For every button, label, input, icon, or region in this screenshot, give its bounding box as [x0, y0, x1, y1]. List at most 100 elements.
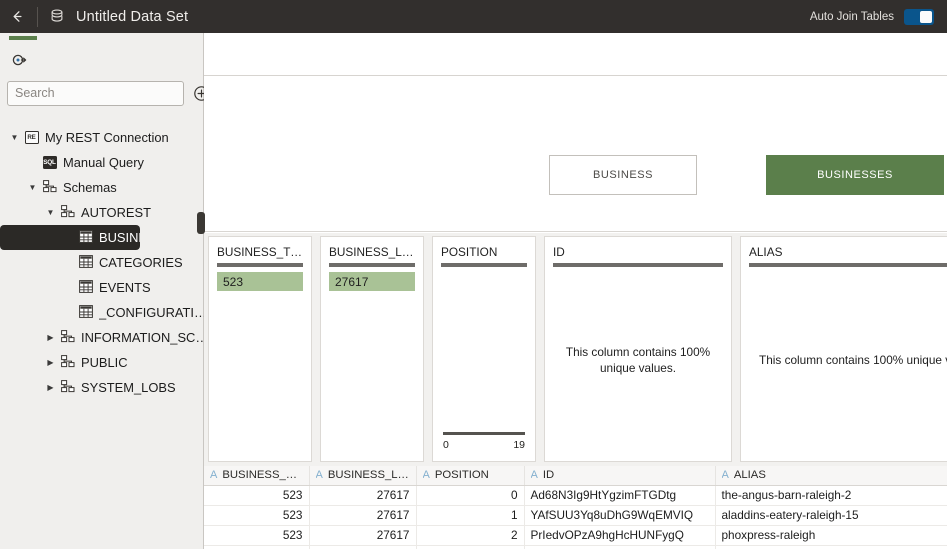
- grid-cell[interactable]: the-angus-barn-raleigh-2: [715, 485, 947, 506]
- tree-item-configurati[interactable]: _CONFIGURATI…: [0, 300, 204, 325]
- profile-card-business-total[interactable]: BUSINESS_TOTAL 523: [208, 236, 312, 462]
- grid-cell[interactable]: william-b-umstead-state-park-raleigh: [715, 545, 947, 549]
- column-type-icon: A: [530, 469, 538, 482]
- column-type-icon: A: [721, 469, 729, 482]
- grid-cell[interactable]: aladdins-eatery-raleigh-15: [715, 505, 947, 526]
- grid-header-alias[interactable]: A ALIAS: [715, 466, 947, 486]
- grid-cell[interactable]: 523: [204, 505, 310, 526]
- profile-value: 27617: [335, 274, 369, 289]
- twisty-expanded-icon[interactable]: ▼: [11, 133, 19, 142]
- grid-cell[interactable]: 523: [204, 525, 310, 546]
- tree-twisty[interactable]: ▼: [7, 133, 22, 142]
- twisty-expanded-icon[interactable]: ▼: [29, 183, 37, 192]
- histogram-bars: [443, 339, 525, 432]
- profile-card-id[interactable]: ID This column contains 100% unique value…: [544, 236, 732, 462]
- tree-twisty[interactable]: ▶: [43, 383, 58, 392]
- tree-item-information-sc[interactable]: ▶ INFORMATION_SC…: [0, 325, 204, 350]
- grid-header-label: ID: [542, 469, 555, 482]
- grid-cell[interactable]: YAfSUU3Yq8uDhG9WqEMVIQ: [524, 505, 716, 526]
- grid-cell[interactable]: 27617: [309, 505, 417, 526]
- data-grid[interactable]: A BUSINESS_T… A BUSINESS_L… A POSITION A ID A ALI…: [204, 466, 947, 549]
- panel-splitter-handle[interactable]: [197, 212, 205, 234]
- join-diagram-canvas[interactable]: BUSINESS BUSINESSES: [204, 77, 947, 232]
- tree-item-label: Schemas: [63, 180, 117, 195]
- histogram-x-min: 0: [443, 439, 449, 451]
- profile-value-bar: 27617: [329, 272, 415, 291]
- table-row[interactable]: 523 27617 1 YAfSUU3Yq8uDhG9WqEMVIQ aladdins-…: [204, 505, 947, 526]
- diagram-node-label: BUSINESSES: [817, 169, 893, 181]
- histogram-chart: [443, 339, 525, 435]
- search-input[interactable]: [7, 80, 184, 106]
- tree-item-system-lobs[interactable]: ▶ SYSTEM_LOBS: [0, 375, 204, 400]
- table-row[interactable]: 523276173h6cJLyX4YEEzwUfN-ZK8Fgwilliam-b…: [204, 545, 947, 549]
- grid-cell[interactable]: 3: [416, 545, 525, 549]
- back-arrow-icon[interactable]: [0, 0, 34, 33]
- tree-item-label: BUSINESS: [99, 230, 140, 245]
- tree-item-manual-query[interactable]: SQL Manual Query: [0, 150, 204, 175]
- connection-tree: ▼ RE My REST Connection SQL Manual Query ▼ Sch…: [0, 121, 204, 549]
- data-grid-header-row: A BUSINESS_T… A BUSINESS_L… A POSITION A ID A ALI…: [204, 466, 947, 486]
- twisty-collapsed-icon[interactable]: ▶: [47, 383, 53, 392]
- tree-item-public[interactable]: ▶ PUBLIC: [0, 350, 204, 375]
- grid-header-position[interactable]: A POSITION: [416, 466, 525, 486]
- grid-cell[interactable]: h6cJLyX4YEEzwUfN-ZK8Fg: [524, 545, 716, 549]
- grid-cell[interactable]: phoxpress-raleigh: [715, 525, 947, 546]
- tree-item-my-rest-connection[interactable]: ▼ RE My REST Connection: [0, 125, 204, 150]
- twisty-expanded-icon[interactable]: ▼: [47, 208, 55, 217]
- grid-cell[interactable]: 27617: [309, 485, 417, 506]
- application-window: Untitled Data Set Auto Join Tables Searc…: [0, 0, 947, 549]
- tree-item-events[interactable]: EVENTS: [0, 275, 204, 300]
- twisty-collapsed-icon[interactable]: ▶: [47, 358, 53, 367]
- tree-twisty[interactable]: ▼: [25, 183, 40, 192]
- grid-cell[interactable]: 0: [416, 485, 525, 506]
- active-tab-accent: [9, 36, 37, 40]
- tree-twisty[interactable]: ▶: [43, 333, 58, 342]
- diagram-node-businesses[interactable]: BUSINESSES: [766, 155, 944, 195]
- profile-card-rule: [329, 263, 415, 267]
- table-row[interactable]: 523 27617 0 Ad68N3Ig9HtYgzimFTGDtg the-angus…: [204, 485, 947, 506]
- twisty-collapsed-icon[interactable]: ▶: [47, 333, 53, 342]
- table-icon: [78, 279, 93, 296]
- database-icon: [47, 9, 67, 24]
- diagram-node-business[interactable]: BUSINESS: [549, 155, 697, 195]
- tree-item-label: CATEGORIES: [99, 255, 183, 270]
- grid-header-business-l[interactable]: A BUSINESS_L…: [309, 466, 417, 486]
- schema-icon: [60, 379, 75, 396]
- grid-cell[interactable]: 523: [204, 545, 310, 549]
- grid-cell[interactable]: Ad68N3Ig9HtYgzimFTGDtg: [524, 485, 716, 506]
- grid-header-id[interactable]: A ID: [524, 466, 716, 486]
- tree-item-label: _CONFIGURATI…: [99, 305, 204, 320]
- profile-card-title: BUSINESS_LOC…: [329, 245, 415, 259]
- grid-cell[interactable]: 27617: [309, 525, 417, 546]
- auto-join-tables-toggle[interactable]: [904, 8, 934, 25]
- profile-card-position[interactable]: POSITION 0 19: [432, 236, 536, 462]
- profile-card-message: This column contains 100% unique values.: [565, 345, 711, 375]
- histogram-x-max: 19: [513, 439, 525, 451]
- grid-header-business-t[interactable]: A BUSINESS_T…: [204, 466, 310, 486]
- grid-cell[interactable]: 1: [416, 505, 525, 526]
- profile-card-alias[interactable]: ALIAS This column contains 100% unique va…: [740, 236, 947, 462]
- grid-cell[interactable]: 2: [416, 525, 525, 546]
- grid-header-label: POSITION: [434, 469, 489, 482]
- tree-twisty[interactable]: ▼: [43, 208, 58, 217]
- schemas-icon: [42, 179, 57, 196]
- refresh-icon[interactable]: [8, 49, 30, 71]
- tree-item-label: Manual Query: [63, 155, 144, 170]
- tree-item-schemas[interactable]: ▼ Schemas: [0, 175, 204, 200]
- schema-icon: [60, 354, 75, 371]
- tree-item-categories[interactable]: CATEGORIES: [0, 250, 204, 275]
- profile-card-rule: [217, 263, 303, 267]
- schema-icon: [60, 329, 75, 346]
- grid-cell[interactable]: 523: [204, 485, 310, 506]
- tree-item-business[interactable]: BUSINESS: [0, 225, 140, 250]
- tree-twisty[interactable]: ▶: [43, 358, 58, 367]
- histogram-tick-labels: 0 19: [443, 439, 525, 451]
- sidebar-panel: ▼ RE My REST Connection SQL Manual Query ▼ Sch…: [0, 33, 209, 549]
- tree-item-label: AUTOREST: [81, 205, 151, 220]
- table-row[interactable]: 523 27617 2 PrIedvOPzA9hgHcHUNFygQ phoxpress…: [204, 525, 947, 546]
- profile-card-business-loc[interactable]: BUSINESS_LOC… 27617: [320, 236, 424, 462]
- grid-cell[interactable]: 27617: [309, 545, 417, 549]
- grid-cell[interactable]: PrIedvOPzA9hgHcHUNFygQ: [524, 525, 716, 546]
- tree-item-autorest[interactable]: ▼ AUTOREST: [0, 200, 204, 225]
- profile-card-title: ID: [553, 245, 565, 259]
